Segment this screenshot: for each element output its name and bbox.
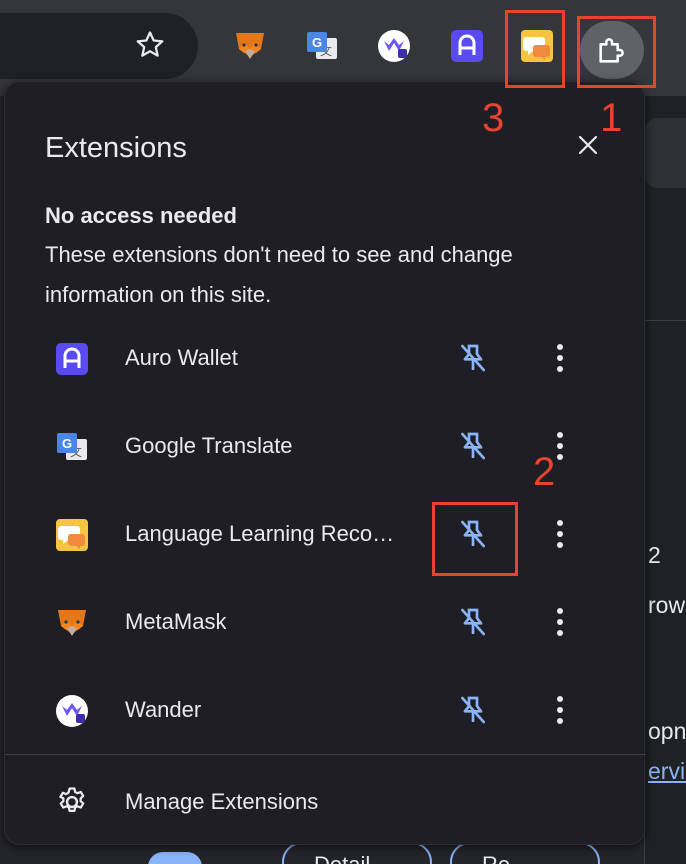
annotation-label-2: 2	[533, 450, 556, 494]
page-toggle[interactable]	[148, 852, 202, 864]
google-translate-icon: 文 G	[55, 430, 89, 464]
annotation-box-1	[577, 16, 656, 88]
page-details-button[interactable]: Detail	[282, 842, 432, 864]
more-options-button[interactable]	[545, 690, 575, 730]
extension-name: Auro Wallet	[125, 345, 238, 370]
unpinned-icon	[461, 696, 485, 724]
page-text-fragment: opnl	[648, 718, 686, 744]
metamask-fox-icon[interactable]	[233, 29, 267, 63]
svg-text:G: G	[62, 436, 72, 451]
pin-button[interactable]	[453, 690, 493, 730]
auro-wallet-icon[interactable]	[450, 29, 484, 63]
page-search-pill	[644, 118, 686, 188]
page-divider	[644, 320, 686, 321]
section-title: No access needed	[45, 203, 237, 228]
extension-name: Language Learning Reco…	[125, 521, 395, 546]
page-other-button[interactable]: Re	[450, 842, 600, 864]
pin-button[interactable]	[453, 426, 493, 466]
pin-button[interactable]	[453, 338, 493, 378]
wander-icon[interactable]	[377, 29, 411, 63]
annotation-label-3: 3	[482, 96, 505, 140]
extension-row-wander[interactable]: Wander	[5, 666, 646, 754]
address-bar[interactable]	[0, 13, 198, 79]
extension-name: Wander	[125, 697, 202, 722]
wander-icon	[55, 694, 89, 728]
manage-extensions-item[interactable]: Manage Extensions	[5, 755, 646, 845]
extension-row-auro-wallet[interactable]: Auro Wallet	[5, 314, 646, 402]
section-description: These extensions don't need to see and c…	[45, 242, 513, 307]
annotation-box-2	[432, 502, 518, 576]
annotation-label-1: 1	[600, 96, 623, 140]
screen: 文 G	[0, 0, 686, 864]
extension-name: MetaMask	[125, 609, 227, 634]
gear-icon	[55, 785, 89, 819]
svg-text:G: G	[312, 35, 322, 50]
extension-name: Google Translate	[125, 433, 293, 458]
manage-extensions-label: Manage Extensions	[125, 789, 319, 814]
more-options-button[interactable]	[545, 338, 575, 378]
unpinned-icon	[461, 432, 485, 460]
metamask-fox-icon	[55, 606, 89, 640]
unpinned-icon	[461, 344, 485, 372]
star-icon[interactable]	[133, 28, 167, 62]
google-translate-icon[interactable]: 文 G	[305, 29, 339, 63]
extension-row-metamask[interactable]: MetaMask	[5, 578, 646, 666]
extension-row-language-learning[interactable]: Language Learning Reco…	[5, 490, 646, 578]
close-icon	[578, 135, 598, 155]
language-learning-icon	[55, 518, 89, 552]
annotation-box-3	[505, 10, 565, 88]
more-options-button[interactable]	[545, 602, 575, 642]
page-text-fragment: 2	[648, 542, 661, 568]
page-link-fragment[interactable]: ervic	[648, 758, 686, 785]
auro-wallet-icon	[55, 342, 89, 376]
menu-title: Extensions	[45, 132, 187, 164]
more-options-button[interactable]	[545, 514, 575, 554]
pin-button[interactable]	[453, 602, 493, 642]
page-text-fragment: rows	[648, 592, 686, 618]
unpinned-icon	[461, 608, 485, 636]
